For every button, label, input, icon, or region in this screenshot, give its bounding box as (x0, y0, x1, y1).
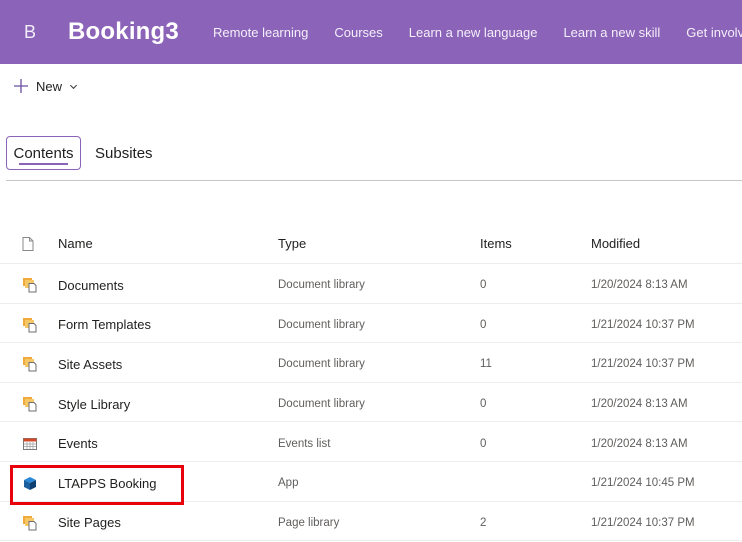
row-modified: 1/21/2024 10:37 PM (591, 358, 695, 371)
file-type-column[interactable] (22, 224, 42, 263)
column-header-name[interactable]: Name (58, 224, 93, 263)
row-name[interactable]: LTAPPS Booking (58, 462, 157, 503)
document-library-icon (23, 357, 37, 372)
site-title[interactable]: Booking3 (68, 18, 179, 46)
document-library-icon (23, 278, 37, 293)
document-library-icon (23, 397, 37, 412)
row-modified: 1/21/2024 10:37 PM (591, 516, 695, 529)
row-type: Page library (278, 516, 340, 529)
file-type-icon (22, 236, 34, 251)
new-button[interactable]: New (12, 76, 78, 96)
list-row[interactable]: LTAPPS Booking App 1/21/2024 10:45 PM (0, 462, 742, 502)
row-type: App (278, 477, 299, 490)
column-header-type[interactable]: Type (278, 224, 306, 263)
row-name[interactable]: Events (58, 422, 98, 463)
row-name[interactable]: Style Library (58, 383, 130, 424)
row-items: 0 (480, 279, 487, 292)
events-calendar-icon (23, 437, 37, 450)
row-name[interactable]: Site Pages (58, 502, 121, 542)
site-contents-list: Name Type Items Modified Documents Docum… (0, 224, 742, 542)
nav-remote-learning[interactable]: Remote learning (213, 25, 308, 40)
list-header: Name Type Items Modified (0, 224, 742, 264)
row-type: Document library (278, 318, 365, 331)
column-header-items[interactable]: Items (480, 224, 512, 263)
row-type: Events list (278, 437, 331, 450)
nav-courses[interactable]: Courses (334, 25, 382, 40)
row-name[interactable]: Site Assets (58, 343, 122, 384)
row-items: 2 (480, 516, 487, 529)
row-name[interactable]: Form Templates (58, 304, 151, 345)
top-nav: Remote learning Courses Learn a new lang… (213, 25, 742, 40)
tab-subsites-label: Subsites (95, 144, 153, 162)
list-row[interactable]: Events Events list 0 1/20/2024 8:13 AM (0, 422, 742, 462)
row-type: Document library (278, 398, 365, 411)
row-items: 0 (480, 318, 487, 331)
document-library-icon (23, 317, 37, 333)
row-type: Document library (278, 358, 365, 371)
row-name[interactable]: Documents (58, 264, 124, 305)
tab-contents-label: Contents (13, 144, 74, 162)
row-modified: 1/20/2024 8:13 AM (591, 279, 688, 292)
plus-icon (14, 79, 28, 93)
document-library-icon (23, 515, 37, 531)
row-modified: 1/20/2024 8:13 AM (591, 398, 688, 411)
app-icon (24, 477, 36, 491)
site-header: B Booking3 Remote learning Courses Learn… (0, 0, 742, 64)
list-row[interactable]: Site Assets Document library 11 1/21/202… (0, 343, 742, 383)
column-header-modified[interactable]: Modified (591, 224, 640, 263)
list-row[interactable]: Form Templates Document library 0 1/21/2… (0, 304, 742, 344)
row-modified: 1/20/2024 8:13 AM (591, 437, 688, 450)
tabs-divider (6, 180, 742, 181)
nav-get-involved[interactable]: Get involved (686, 25, 742, 40)
new-button-label: New (36, 78, 63, 94)
row-modified: 1/21/2024 10:37 PM (591, 318, 695, 331)
nav-learn-language[interactable]: Learn a new language (409, 25, 538, 40)
site-logo[interactable]: B (24, 22, 36, 43)
tab-bar: Contents Subsites (6, 136, 161, 170)
row-modified: 1/21/2024 10:45 PM (591, 477, 695, 490)
list-row[interactable]: Style Library Document library 0 1/20/20… (0, 383, 742, 423)
tab-subsites[interactable]: Subsites (87, 136, 161, 170)
row-type: Document library (278, 279, 365, 292)
tab-contents[interactable]: Contents (6, 136, 81, 170)
list-row[interactable]: Documents Document library 0 1/20/2024 8… (0, 264, 742, 304)
row-items: 0 (480, 437, 487, 450)
nav-learn-skill[interactable]: Learn a new skill (563, 25, 660, 40)
list-row[interactable]: Site Pages Page library 2 1/21/2024 10:3… (0, 502, 742, 542)
row-items: 11 (480, 358, 492, 371)
row-items: 0 (480, 398, 487, 411)
chevron-down-icon (69, 84, 78, 89)
